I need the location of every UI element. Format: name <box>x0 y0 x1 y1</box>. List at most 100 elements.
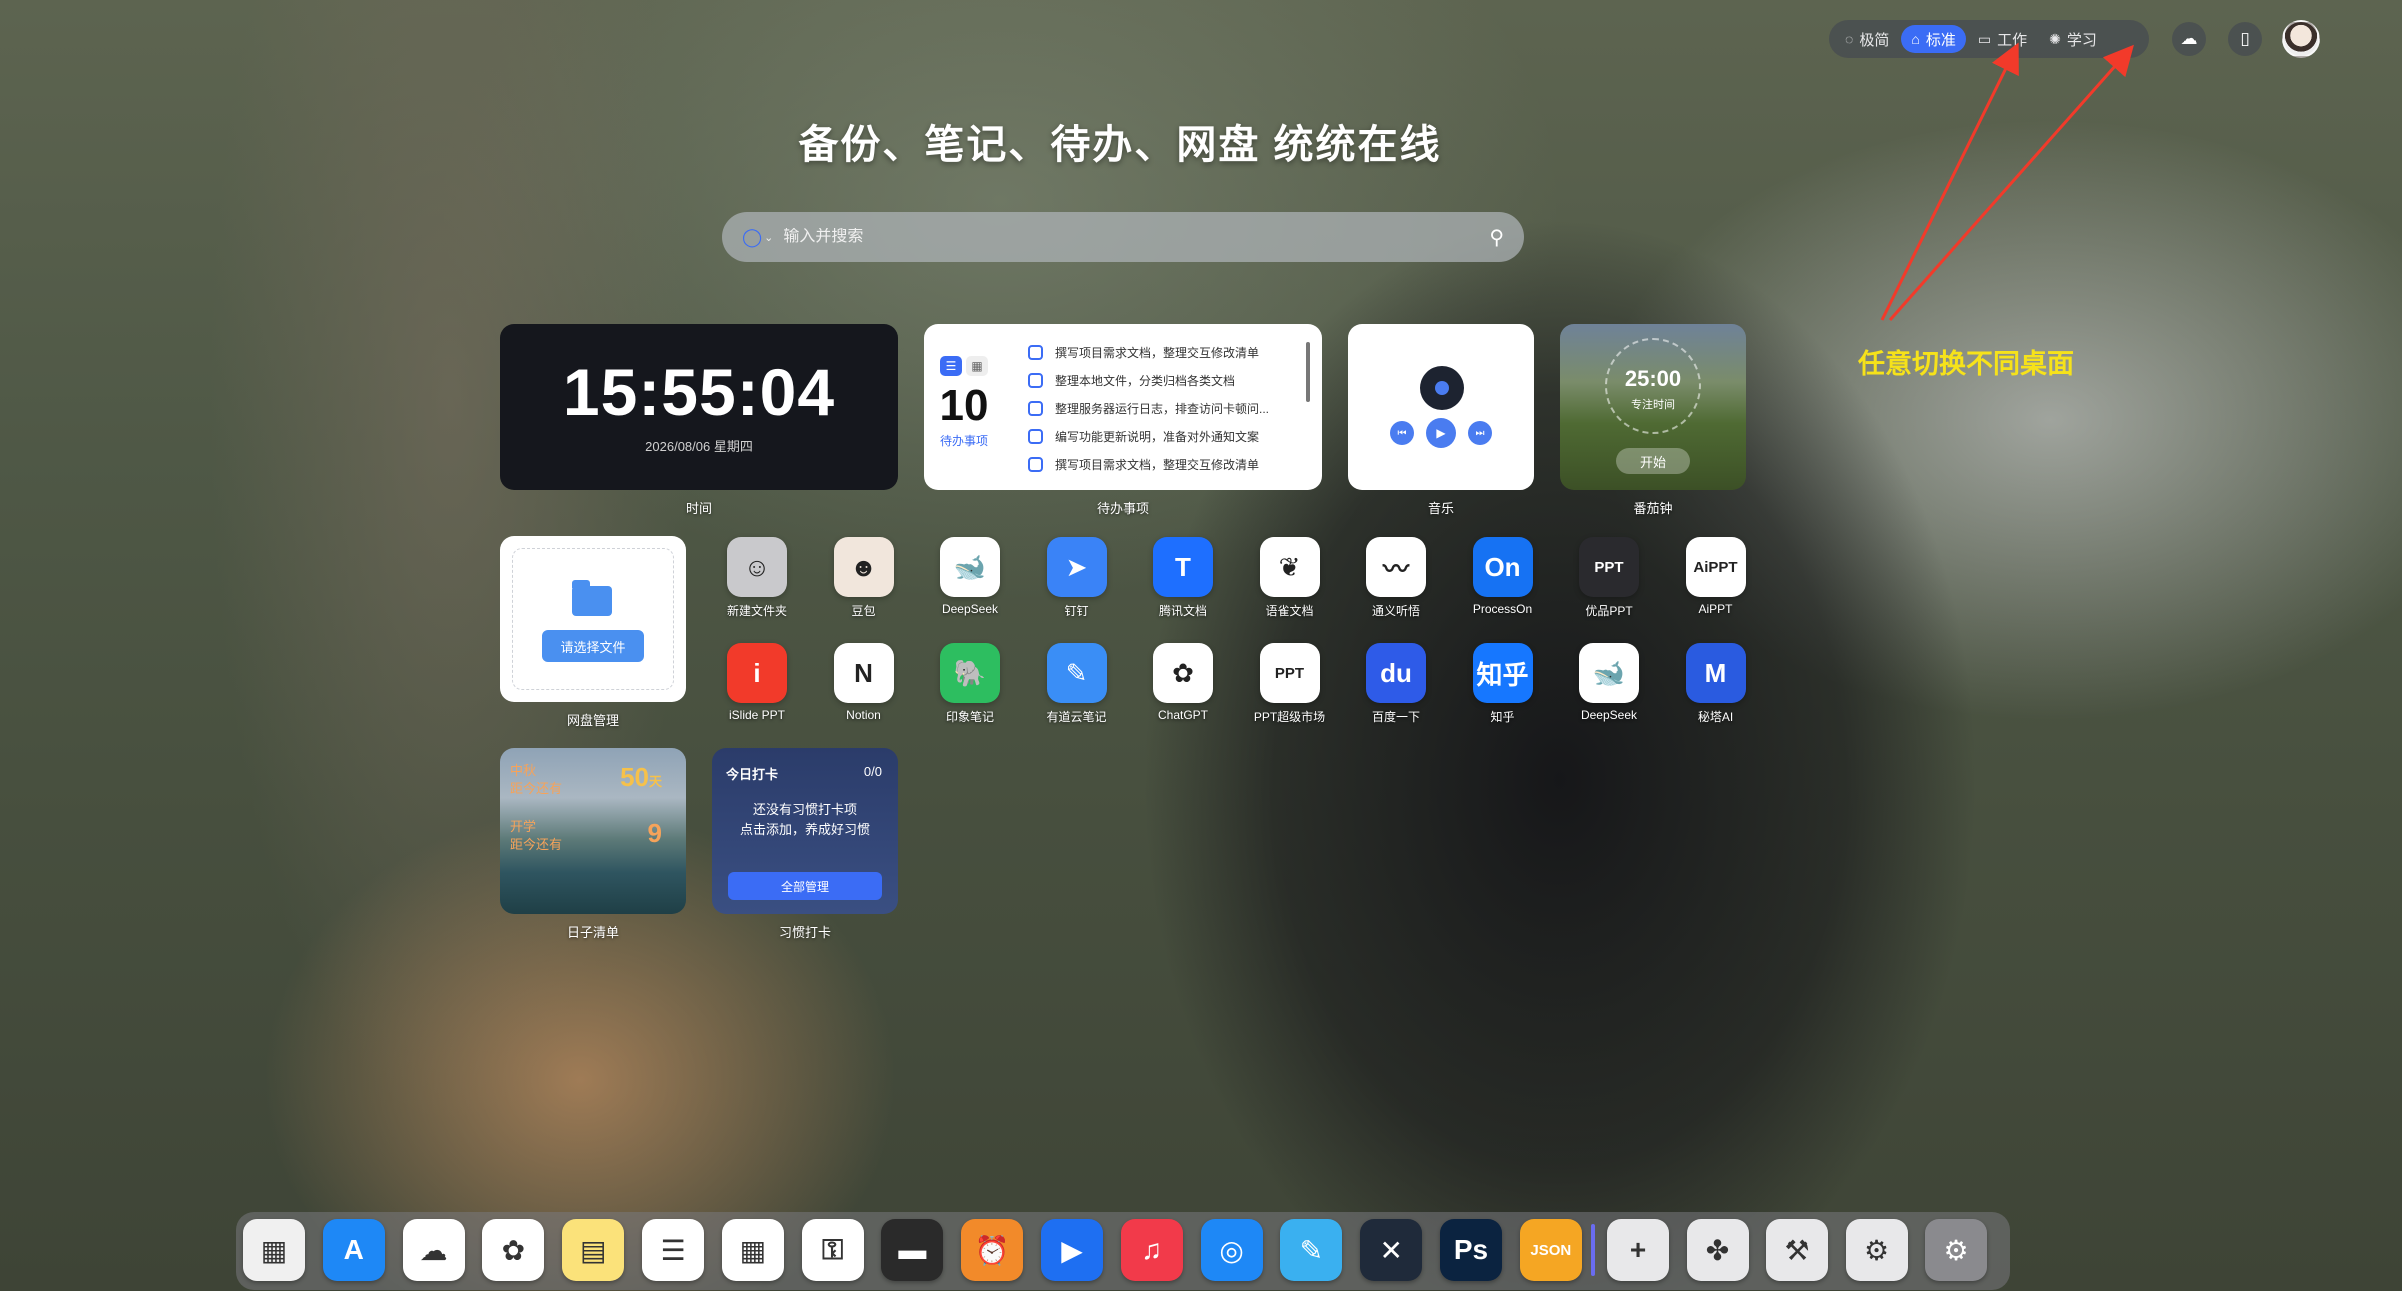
todo-count-label: 待办事项 <box>939 434 988 448</box>
pomodoro-widget[interactable]: 25:00 专注时间 开始 <box>1560 324 1746 490</box>
reminders-icon[interactable]: ☰ <box>642 1219 704 1281</box>
search-icon[interactable]: ⚲ <box>1489 225 1504 250</box>
todo-item[interactable]: 撰写项目需求文档，整理交互修改清单 <box>1028 338 1298 366</box>
search-engine-icon: ◯ <box>742 226 763 247</box>
previous-track-icon[interactable]: ⏮ <box>1390 421 1414 445</box>
todo-item[interactable]: 撰写项目需求文档，整理交互修改清单 <box>1028 450 1298 478</box>
manage-all-button[interactable]: 全部管理 <box>728 872 882 900</box>
photoshop-icon[interactable]: Ps <box>1440 1219 1502 1281</box>
search-engine-selector[interactable]: ◯ ⌄ <box>742 227 773 248</box>
safari-icon[interactable]: ◎ <box>1200 1219 1263 1281</box>
json-icon[interactable]: JSON <box>1519 1219 1582 1281</box>
aippt-icon: AiPPT <box>1685 537 1746 597</box>
app-shortcut[interactable]: T 腾讯文档 <box>1138 537 1228 619</box>
app-shortcut[interactable]: 🐘 印象笔记 <box>925 643 1015 725</box>
grid-view-icon[interactable]: ▦ <box>966 356 988 376</box>
habit-widget[interactable]: 今日打卡 0/0 还没有习惯打卡项 点击添加，养成好习惯 全部管理 <box>712 748 898 914</box>
app-label: 百度一下 <box>1371 710 1420 724</box>
app-shortcut[interactable]: i iSlide PPT <box>712 643 802 722</box>
next-track-icon[interactable]: ⏭ <box>1468 421 1492 445</box>
search-input[interactable] <box>783 228 1490 246</box>
app-shortcut[interactable]: du 百度一下 <box>1351 643 1441 725</box>
todo-item[interactable]: 整理服务器运行日志，排查访问卡顿问... <box>1028 394 1298 422</box>
clock-time: 15:55:04 <box>562 355 836 429</box>
settings-gear-icon[interactable]: ⚙ <box>1845 1219 1908 1281</box>
dingtalk-icon: ➤ <box>1046 537 1107 597</box>
app-shortcut[interactable]: ➤ 钉钉 <box>1032 537 1122 619</box>
wallet-icon[interactable]: ▬ <box>881 1219 944 1281</box>
system-settings-icon[interactable]: ⚙ <box>1925 1219 1987 1281</box>
alarm-icon[interactable]: ⏰ <box>961 1219 1024 1281</box>
arrow-to-study-mode <box>1888 44 2134 321</box>
app-shortcut[interactable]: AiPPT AiPPT <box>1671 537 1761 616</box>
launchpad-icon[interactable]: ▦ <box>243 1219 305 1281</box>
habit-empty-message: 还没有习惯打卡项 点击添加，养成好习惯 <box>739 802 870 837</box>
keychain-icon[interactable]: ⚿ <box>801 1219 864 1281</box>
avatar[interactable] <box>2282 20 2320 58</box>
calendar-icon[interactable]: ▦ <box>721 1219 784 1281</box>
xmind-icon[interactable]: ✕ <box>1360 1219 1423 1281</box>
app-shortcut[interactable]: ☺ 新建文件夹 <box>712 537 802 619</box>
app-label: 印象笔记 <box>945 710 994 724</box>
music-icon[interactable]: ♫ <box>1120 1219 1183 1281</box>
clock-widget[interactable]: 15:55:04 2026/08/06 星期四 <box>500 324 898 490</box>
sidebar-glyph: ▯ <box>2240 29 2250 48</box>
app-store-icon[interactable]: A <box>322 1219 385 1281</box>
app-label: 腾讯文档 <box>1158 604 1207 618</box>
app-shortcut[interactable]: PPT PPT超级市场 <box>1245 643 1335 725</box>
pomodoro-start-button[interactable]: 开始 <box>1616 448 1690 474</box>
chatgpt-icon: ✿ <box>1153 643 1213 703</box>
cloud-icon[interactable]: ☁ <box>2172 22 2206 56</box>
play-icon[interactable]: ▶ <box>1426 418 1456 448</box>
todo-checkbox[interactable] <box>1028 400 1043 416</box>
app-label: 通义听悟 <box>1371 604 1420 618</box>
todo-item[interactable]: 编写功能更新说明，准备对外通知文案 <box>1028 422 1298 450</box>
todo-scrollbar[interactable] <box>1306 342 1310 402</box>
todo-checkbox[interactable] <box>1028 428 1043 444</box>
pen-icon[interactable]: ✎ <box>1280 1219 1343 1281</box>
countdown-top-text: 中秋 距今还有 <box>510 763 563 796</box>
sidebar-toggle-icon[interactable]: ▯ <box>2228 22 2262 56</box>
todo-item-text: 编写功能更新说明，准备对外通知文案 <box>1055 429 1260 444</box>
todo-widget[interactable]: ☰ ▦ 10 待办事项 撰写项目需求文档，整理交互修改清单 整理本地文件，分类归档… <box>924 324 1322 490</box>
zhihu-icon: 知乎 <box>1472 643 1533 703</box>
cloud-glyph: ☁ <box>2180 29 2198 48</box>
todo-checkbox[interactable] <box>1028 372 1043 388</box>
icloud-icon[interactable]: ☁ <box>402 1219 465 1281</box>
music-widget[interactable]: ⏮ ▶ ⏭ <box>1348 324 1534 490</box>
choose-file-button[interactable]: 请选择文件 <box>542 630 644 662</box>
folder-icon: ☺ <box>727 537 787 597</box>
app-shortcut[interactable]: N Notion <box>819 643 909 722</box>
app-shortcut[interactable]: ☻ 豆包 <box>819 537 909 619</box>
player-icon[interactable]: ▶ <box>1041 1219 1103 1281</box>
app-label: 钉钉 <box>1064 604 1089 618</box>
app-shortcut[interactable]: ✿ ChatGPT <box>1138 643 1228 722</box>
app-label: 知乎 <box>1490 710 1515 724</box>
brush-icon[interactable]: ⚒ <box>1766 1219 1828 1281</box>
islide-icon: i <box>727 643 787 703</box>
notes-icon[interactable]: ▤ <box>562 1219 625 1281</box>
add-icon[interactable]: + <box>1607 1219 1669 1281</box>
app-shortcut[interactable]: ❦ 语雀文档 <box>1245 537 1335 619</box>
app-shortcut[interactable]: On ProcessOn <box>1458 537 1548 616</box>
disk-widget[interactable]: 请选择文件 <box>500 536 686 702</box>
app-shortcut[interactable]: 知乎 知乎 <box>1458 643 1548 725</box>
list-view-icon[interactable]: ☰ <box>940 356 962 376</box>
music-disc-icon <box>1420 366 1464 410</box>
evernote-icon: 🐘 <box>940 643 1000 703</box>
app-shortcut[interactable]: PPT 优品PPT <box>1564 537 1654 619</box>
disk-label: 网盘管理 <box>566 713 619 728</box>
app-label: ProcessOn <box>1472 602 1533 616</box>
todo-checkbox[interactable] <box>1028 344 1043 360</box>
app-shortcut[interactable]: 🐋 DeepSeek <box>1564 643 1654 722</box>
photos-icon[interactable]: ✿ <box>482 1219 545 1281</box>
drop-zone[interactable] <box>512 548 674 690</box>
todo-checkbox[interactable] <box>1028 456 1043 472</box>
todo-item[interactable]: 整理本地文件，分类归档各类文档 <box>1028 366 1298 394</box>
plugin-icon[interactable]: ✤ <box>1686 1219 1749 1281</box>
app-shortcut[interactable]: 〰通义听悟 <box>1351 537 1441 619</box>
app-shortcut[interactable]: ✎ 有道云笔记 <box>1032 643 1122 725</box>
countdown-widget[interactable]: 中秋 距今还有 50天 开学 距今还有 9 <box>500 748 686 914</box>
app-shortcut[interactable]: M 秘塔AI <box>1671 643 1761 725</box>
app-shortcut[interactable]: 🐋 DeepSeek <box>925 537 1015 616</box>
